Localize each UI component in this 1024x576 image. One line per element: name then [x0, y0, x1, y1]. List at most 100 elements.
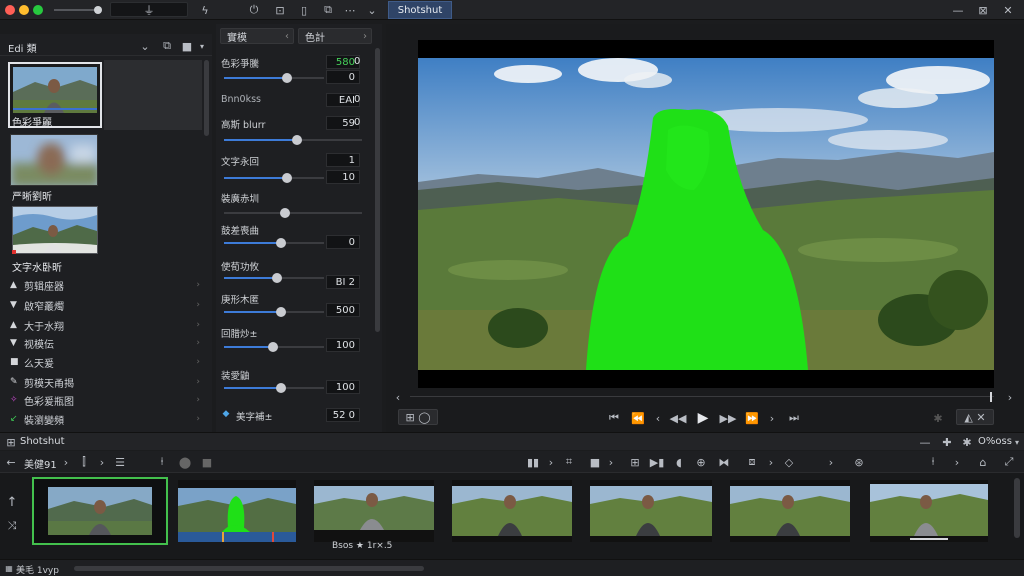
prop-value-input[interactable]: 10	[326, 170, 360, 184]
waveform-icon[interactable]: ⏚	[110, 2, 188, 17]
playhead-icon[interactable]	[990, 392, 992, 402]
chevron-right-icon[interactable]: ›	[60, 454, 72, 470]
copy-icon[interactable]: ⧉	[160, 38, 174, 54]
grid-icon[interactable]: ⊞	[628, 454, 642, 470]
prop-slider[interactable]	[224, 208, 362, 218]
settings-icon[interactable]: ✱	[930, 410, 946, 426]
timeline-scrollbar[interactable]	[1014, 478, 1020, 538]
timeline-clip-7[interactable]	[870, 480, 988, 542]
add-keyframe-icon[interactable]: ◆	[220, 408, 232, 420]
list-icon[interactable]: ☰	[112, 454, 128, 470]
power-icon[interactable]: ⏻	[246, 2, 262, 18]
close-window-button[interactable]	[5, 5, 15, 15]
timeline-clip-6[interactable]	[730, 480, 850, 542]
properties-scrollbar[interactable]	[375, 48, 380, 332]
chevron-left-icon[interactable]: ‹	[392, 390, 404, 404]
chevron-right-icon[interactable]: ›	[606, 454, 616, 470]
snap-icon[interactable]: ⊛	[852, 454, 866, 470]
audio-icon[interactable]: ◖	[672, 454, 686, 470]
timeline-clip-5[interactable]	[590, 480, 712, 542]
volume-slider[interactable]	[54, 9, 98, 11]
dropdown-icon[interactable]: ▾	[197, 38, 207, 54]
prop-slider[interactable]	[224, 383, 324, 393]
chevron-right-icon[interactable]: ›	[96, 454, 108, 470]
maximize-window-button[interactable]	[33, 5, 43, 15]
props-tab-left[interactable]: 實模 ‹	[220, 28, 294, 44]
expand-icon[interactable]: ⤢	[1002, 454, 1016, 470]
prop-slider[interactable]	[224, 173, 324, 183]
trim-icon[interactable]: ▮▮	[526, 454, 540, 470]
add-icon[interactable]: ✚	[940, 435, 954, 449]
prop-slider[interactable]	[224, 73, 324, 83]
prop-value-input[interactable]: 100	[326, 338, 360, 352]
chevron-down-icon[interactable]: ⌄	[138, 38, 152, 54]
camera-icon[interactable]: ■	[200, 454, 214, 470]
media-panel-scrollbar[interactable]	[204, 60, 209, 136]
tab-shotshut[interactable]: Shotshut	[388, 1, 452, 19]
effect-item[interactable]: ▲ 剪辑座器 ›	[10, 276, 200, 294]
record-icon[interactable]: ⬤	[178, 454, 192, 470]
effect-item[interactable]: ↙ 裝瀏變頻 ›	[10, 410, 200, 428]
prop-value-input[interactable]: 0	[326, 70, 360, 84]
prop-value-input[interactable]: 100	[326, 380, 360, 394]
effect-item[interactable]: ▼ 视模伝 ›	[10, 334, 200, 352]
split-icon[interactable]: ⫿	[76, 454, 92, 470]
volume-slider-knob[interactable]	[94, 6, 102, 14]
screen-icon[interactable]: ⧈	[742, 454, 762, 470]
effect-item[interactable]: ▲ 大于水翔 ›	[10, 316, 200, 334]
video-preview[interactable]	[418, 40, 994, 388]
diamond-icon[interactable]: ◇	[782, 454, 796, 470]
minimize-icon[interactable]: —	[950, 2, 966, 18]
chat-icon[interactable]: ⊡	[272, 2, 288, 18]
skip-end-icon[interactable]: ⏭	[786, 410, 802, 426]
media-clip-3[interactable]	[12, 206, 98, 254]
fullscreen-toggle[interactable]: ◭ ✕	[956, 409, 994, 425]
prop-value-input[interactable]: 500	[326, 303, 360, 317]
media-clip-2[interactable]	[10, 134, 98, 186]
effect-item[interactable]: ■ 么天爰 ›	[10, 353, 200, 371]
effect-item[interactable]: ✧ 色彩爰瓶图 ›	[10, 391, 200, 409]
home-icon[interactable]: ⌂	[976, 454, 990, 470]
lightning-icon[interactable]: ϟ	[198, 2, 212, 18]
prop-slider[interactable]	[224, 342, 324, 352]
marker-pin-icon[interactable]: ⍿	[156, 454, 168, 470]
media-clip-1[interactable]: 色彩爭麗	[8, 62, 102, 128]
prop-value-input[interactable]: BI 2	[326, 275, 360, 289]
prev-frame-icon[interactable]: ‹	[652, 410, 664, 426]
timeline-clip-2[interactable]	[178, 480, 296, 542]
more-icon[interactable]: ⋯	[342, 2, 358, 18]
chevron-right-icon[interactable]: ›	[766, 454, 776, 470]
effect-item[interactable]: ▼ 啟窄叢燭 ›	[10, 296, 200, 314]
next-frame-icon[interactable]: ›	[766, 410, 778, 426]
prop-slider[interactable]	[224, 273, 324, 283]
fast-forward-icon[interactable]: ▶▶	[720, 410, 737, 426]
timeline-clip-4[interactable]	[452, 480, 572, 542]
scrub-bar[interactable]	[410, 392, 994, 402]
swap-icon[interactable]: ⤨	[4, 518, 20, 534]
stop-icon[interactable]: ■	[588, 454, 602, 470]
play-clip-icon[interactable]: ▶▮	[650, 454, 665, 470]
transition-icon[interactable]: ⧓	[716, 454, 732, 470]
props-tab-right[interactable]: 色計 ›	[298, 28, 372, 44]
timeline-clip-3[interactable]	[314, 480, 434, 542]
back-arrow-icon[interactable]: ←	[4, 454, 18, 470]
step-forward-icon[interactable]: ⏩	[744, 410, 760, 426]
prop-slider[interactable]	[224, 135, 362, 145]
effect-item[interactable]: ✎ 剪模天甬揭 ›	[10, 373, 200, 391]
skip-start-icon[interactable]: ⏮	[606, 410, 622, 426]
rewind-icon[interactable]: ◀◀	[670, 410, 687, 426]
prop-slider[interactable]	[224, 238, 324, 248]
chevron-right-icon[interactable]: ›	[826, 454, 836, 470]
settings-icon[interactable]: ✱	[960, 435, 974, 449]
close-icon[interactable]: ✕	[1000, 2, 1016, 18]
view-mode-toggle[interactable]: ⊞ ◯	[398, 409, 438, 425]
share-icon[interactable]: ⧉	[320, 2, 336, 18]
chevron-right-icon[interactable]: ›	[1004, 390, 1016, 404]
prop-slider[interactable]	[224, 307, 324, 317]
prop-value-input[interactable]: 1	[326, 153, 360, 167]
prop-value-input[interactable]: 0	[326, 235, 360, 249]
timeline-clip-1[interactable]	[32, 477, 168, 545]
dropdown-icon[interactable]: ▾	[1012, 435, 1022, 449]
document-icon[interactable]: ▯	[296, 2, 312, 18]
prop-value-input[interactable]: 52 0	[326, 408, 360, 422]
